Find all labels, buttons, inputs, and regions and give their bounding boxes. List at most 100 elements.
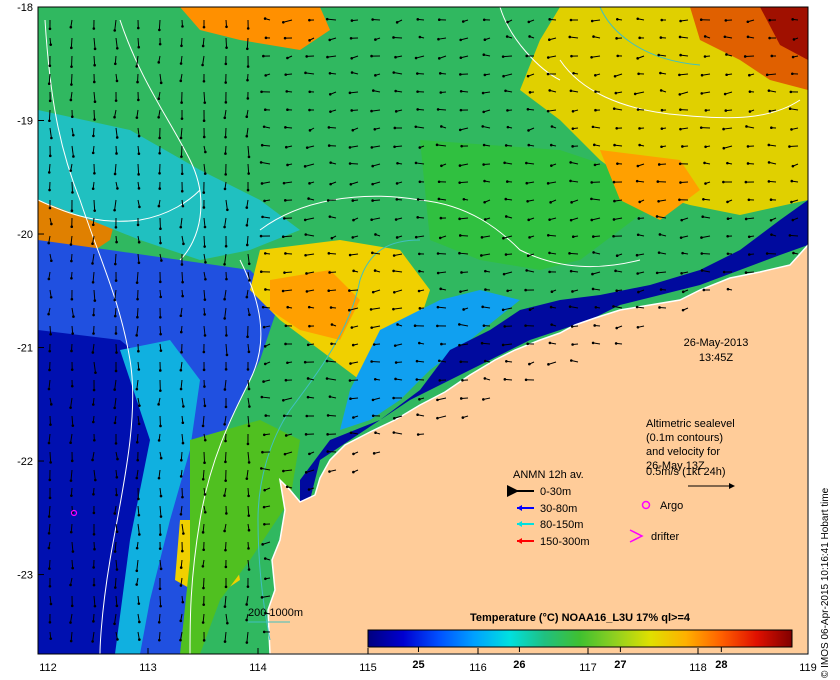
velocity-arrow-head [158, 587, 162, 591]
velocity-arrow-head [284, 252, 287, 255]
velocity-arrow-head [656, 180, 660, 183]
velocity-arrow-head [260, 143, 264, 147]
velocity-arrow-head [157, 115, 160, 119]
velocity-arrow-head [224, 81, 228, 84]
velocity-arrow-head [462, 308, 465, 311]
velocity-arrow-head [483, 73, 487, 77]
velocity-arrow-head [137, 513, 141, 517]
velocity-arrow-head [264, 74, 267, 77]
velocity-arrow-head [571, 127, 575, 130]
velocity-arrow-head [263, 362, 267, 366]
velocity-arrow-head [743, 55, 747, 58]
legend-label: 0-30m [540, 486, 571, 498]
velocity-arrow-head [224, 173, 227, 176]
velocity-arrow-head [263, 17, 267, 20]
velocity-arrow-head [137, 134, 141, 138]
velocity-arrow-head [726, 234, 729, 238]
velocity-arrow-head [247, 568, 251, 571]
velocity-arrow-head [416, 108, 419, 111]
velocity-arrow-head [202, 206, 206, 209]
velocity-arrow-head [437, 359, 441, 363]
velocity-arrow-head [245, 134, 249, 138]
velocity-arrow-head [180, 458, 183, 462]
velocity-arrow-head [414, 56, 418, 60]
velocity-arrow-head [393, 416, 396, 420]
velocity-arrow-head [69, 243, 73, 246]
velocity-arrow-head [262, 125, 266, 129]
annotation-line: and velocity for [646, 446, 720, 458]
velocity-arrow-head [138, 620, 141, 624]
y-tick-label: -21 [17, 343, 33, 355]
velocity-arrow-head [114, 442, 118, 445]
velocity-arrow-head [224, 460, 227, 464]
velocity-arrow-head [308, 18, 311, 22]
velocity-arrow-head [180, 44, 183, 48]
velocity-arrow-head [223, 297, 226, 301]
velocity-arrow-head [247, 547, 250, 550]
velocity-arrow-head [612, 218, 616, 221]
velocity-arrow-head [180, 189, 184, 193]
velocity-arrow-head [203, 298, 207, 301]
velocity-arrow-head [327, 144, 331, 147]
velocity-arrow-head [308, 324, 311, 328]
velocity-arrow-head [47, 387, 51, 391]
velocity-arrow-head [181, 294, 184, 298]
colorbar-tick-label: 28 [715, 659, 727, 671]
velocity-arrow-head [351, 128, 355, 132]
velocity-arrow-head [548, 18, 551, 21]
velocity-arrow-head [569, 18, 573, 22]
velocity-arrow-head [157, 61, 161, 64]
velocity-arrow-head [204, 150, 207, 154]
velocity-arrow-head [159, 295, 163, 299]
velocity-arrow-head [226, 621, 229, 625]
velocity-arrow-head [224, 479, 227, 482]
velocity-arrow-head [137, 240, 141, 244]
velocity-arrow-head [438, 379, 442, 382]
velocity-arrow-head [159, 241, 162, 245]
velocity-arrow [247, 163, 250, 174]
velocity-arrow-head [93, 299, 97, 302]
velocity-arrow-head [223, 640, 227, 643]
velocity-arrow-head [459, 73, 462, 76]
velocity-arrow-head [348, 146, 352, 149]
velocity-arrow-head [528, 35, 531, 38]
velocity-arrow-head [702, 197, 705, 201]
velocity-arrow-head [247, 387, 251, 391]
velocity-arrow-head [91, 242, 94, 246]
velocity-arrow-head [524, 324, 527, 327]
velocity-arrow-head [159, 533, 162, 536]
velocity-arrow-head [436, 416, 439, 420]
velocity-arrow-head [788, 234, 792, 237]
velocity-arrow-head [549, 143, 553, 147]
velocity-arrow-head [524, 288, 527, 292]
velocity-arrow-head [180, 263, 184, 266]
velocity-arrow-head [92, 134, 95, 138]
velocity-arrow-head [159, 389, 162, 392]
velocity-arrow [93, 55, 96, 66]
velocity-arrow-head [225, 25, 228, 29]
velocity-arrow-head [69, 639, 73, 643]
velocity-arrow-head [459, 38, 462, 42]
velocity-arrow-head [326, 450, 330, 453]
velocity-arrow-head [370, 54, 373, 58]
velocity-arrow-head [91, 187, 95, 191]
velocity-arrow-head [726, 287, 730, 291]
velocity-arrow-head [767, 143, 771, 147]
velocity-arrow-head [658, 233, 662, 236]
velocity-arrow-head [439, 91, 443, 94]
velocity-arrow-head [791, 164, 795, 168]
velocity-arrow-head [223, 494, 226, 497]
velocity-arrow-head [71, 191, 74, 194]
velocity-arrow-head [247, 424, 251, 428]
velocity-arrow-head [93, 438, 96, 442]
velocity-arrow-head [203, 245, 206, 248]
velocity-arrow-head [223, 225, 226, 229]
velocity-arrow-head [484, 269, 487, 273]
velocity-arrow-head [637, 72, 640, 76]
velocity-arrow-head [282, 469, 285, 473]
velocity-arrow-head [259, 234, 263, 238]
velocity-arrow-head [259, 270, 263, 274]
velocity-arrow-head [371, 251, 374, 255]
velocity-arrow-head [769, 198, 773, 202]
velocity-arrow-head [179, 79, 183, 83]
